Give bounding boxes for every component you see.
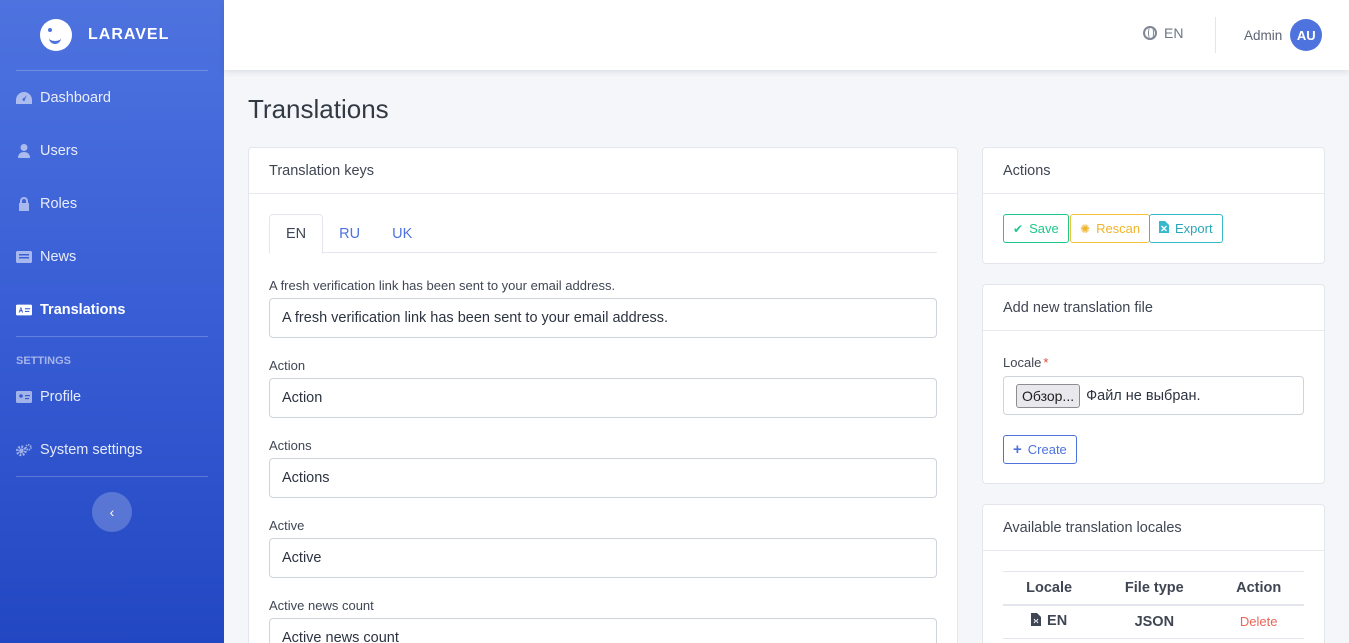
card-title: Add new translation file <box>983 285 1324 331</box>
rescan-button[interactable]: ✺ Rescan <box>1070 214 1151 243</box>
action-cell: Delete <box>1213 604 1304 639</box>
locale-label: Locale * <box>1003 355 1048 370</box>
translation-input[interactable]: Actions <box>269 458 937 498</box>
sidebar-item-label: Users <box>40 142 78 159</box>
sidebar-heading-settings: SETTINGS <box>16 355 72 367</box>
field-label: Actions <box>269 438 312 453</box>
translation-field: A fresh verification link has been sent … <box>269 278 937 338</box>
export-label: Export <box>1175 221 1213 236</box>
newspaper-icon <box>16 250 32 264</box>
sidebar-item-profile[interactable]: Profile <box>0 370 224 423</box>
table-header-row: Locale File type Action <box>1003 571 1304 606</box>
sidebar-item-label: Dashboard <box>40 89 111 106</box>
card-title: Translation keys <box>249 148 957 194</box>
sidebar: LARAVEL Dashboard Users Roles News Trans… <box>0 0 224 643</box>
file-status: Файл не выбран. <box>1086 387 1201 404</box>
sidebar-item-roles[interactable]: Roles <box>0 177 224 230</box>
language-switcher[interactable]: EN <box>1143 25 1183 41</box>
sidebar-item-translations[interactable]: Translations <box>0 283 224 336</box>
brand-name: LARAVEL <box>88 26 170 43</box>
sidebar-item-label: System settings <box>40 441 143 458</box>
brand[interactable]: LARAVEL <box>0 0 224 70</box>
column-header-action: Action <box>1213 571 1304 606</box>
page-title: Translations <box>248 94 389 124</box>
globe-icon <box>1143 26 1157 40</box>
export-button[interactable]: Export <box>1149 214 1223 243</box>
translation-input[interactable]: A fresh verification link has been sent … <box>269 298 937 338</box>
locales-table: Locale File type Action EN JSON Delete <box>1003 571 1304 639</box>
save-label: Save <box>1029 221 1059 236</box>
file-excel-icon <box>1159 221 1169 236</box>
locale-code: EN <box>1047 613 1068 630</box>
table-row: EN JSON Delete <box>1003 604 1304 639</box>
user-icon <box>16 143 32 158</box>
check-icon: ✔ <box>1013 221 1024 236</box>
user-name: Admin <box>1244 27 1283 43</box>
locale-label-text: Locale <box>1003 355 1042 370</box>
sidebar-item-label: Roles <box>40 195 78 212</box>
sidebar-item-label: Translations <box>40 301 126 318</box>
translation-keys-card: Translation keys EN RU UK A fresh verifi… <box>248 147 958 643</box>
spinner-icon: ✺ <box>1080 221 1091 236</box>
actions-card: Actions ✔ Save ✺ Rescan Export <box>982 147 1325 264</box>
card-title: Available translation locales <box>983 505 1324 551</box>
sidebar-item-label: News <box>40 248 77 265</box>
sidebar-item-label: Profile <box>40 388 82 405</box>
create-label: Create <box>1027 442 1067 457</box>
translation-input[interactable]: Active <box>269 538 937 578</box>
sidebar-item-dashboard[interactable]: Dashboard <box>0 71 224 124</box>
sidebar-toggle-button[interactable]: ‹ <box>92 492 132 532</box>
topbar-divider <box>1215 17 1216 53</box>
browse-file-button[interactable]: Обзор... <box>1016 383 1081 408</box>
card-title: Actions <box>983 148 1324 194</box>
gauge-icon <box>16 91 32 105</box>
field-label: Action <box>269 358 306 373</box>
locale-cell: EN <box>1003 604 1096 639</box>
locale-file-input[interactable]: Обзор... Файл не выбран. <box>1003 376 1304 415</box>
language-label: EN <box>1164 25 1184 41</box>
field-label: Active news count <box>269 598 374 613</box>
laravel-logo-icon <box>40 19 72 51</box>
field-label: A fresh verification link has been sent … <box>269 278 616 293</box>
translation-field: Action Action <box>269 358 937 418</box>
plus-icon: + <box>1013 441 1022 458</box>
avatar: AU <box>1290 19 1323 51</box>
lock-icon <box>16 196 32 211</box>
column-header-file-type: File type <box>1095 571 1214 606</box>
file-type-cell: JSON <box>1095 604 1214 639</box>
create-button[interactable]: + Create <box>1003 435 1077 464</box>
column-header-locale: Locale <box>1003 571 1096 606</box>
sidebar-item-users[interactable]: Users <box>0 124 224 177</box>
language-icon <box>16 303 32 317</box>
add-translation-file-card: Add new translation file Locale * Обзор..… <box>982 284 1325 484</box>
translation-input[interactable]: Active news count <box>269 618 937 643</box>
translation-field: Active news count Active news count <box>269 598 937 643</box>
file-icon <box>1031 613 1042 630</box>
sidebar-item-news[interactable]: News <box>0 230 224 283</box>
sidebar-divider <box>16 476 208 477</box>
field-label: Active <box>269 518 305 533</box>
rescan-label: Rescan <box>1096 221 1141 236</box>
user-menu[interactable]: Admin AU <box>1244 19 1323 51</box>
sidebar-item-system-settings[interactable]: System settings <box>0 423 224 476</box>
tab-ru[interactable]: RU <box>323 214 376 253</box>
cogs-icon <box>16 443 32 457</box>
delete-link[interactable]: Delete <box>1240 614 1278 629</box>
tab-uk[interactable]: UK <box>376 214 428 253</box>
topbar: EN Admin AU <box>224 0 1349 70</box>
available-locales-card: Available translation locales Locale Fil… <box>982 504 1325 643</box>
required-mark: * <box>1043 355 1049 370</box>
translation-field: Actions Actions <box>269 438 937 498</box>
chevron-left-icon: ‹ <box>109 504 115 520</box>
translation-input[interactable]: Action <box>269 378 937 418</box>
locale-tabs: EN RU UK <box>269 214 937 254</box>
tab-en[interactable]: EN <box>269 214 324 254</box>
id-card-icon <box>16 390 32 404</box>
save-button[interactable]: ✔ Save <box>1003 214 1069 243</box>
translation-field: Active Active <box>269 518 937 578</box>
